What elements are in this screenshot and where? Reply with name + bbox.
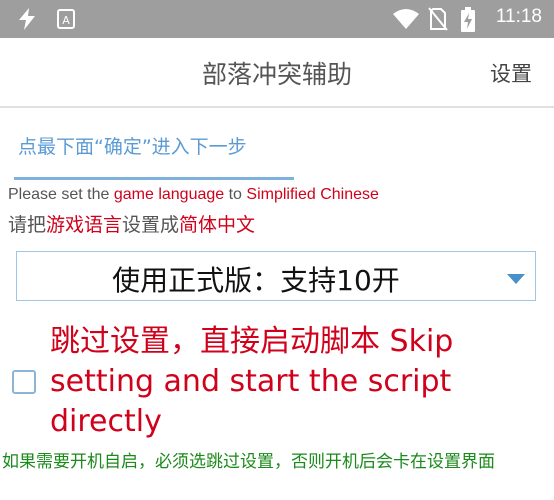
battery-charging-icon bbox=[461, 7, 475, 32]
instruction-highlight: 游戏语言 bbox=[46, 214, 123, 236]
instruction-text: to bbox=[224, 186, 247, 203]
instruction-chinese: 请把游戏语言设置成简体中文 bbox=[8, 210, 255, 237]
instruction-text: 请把 bbox=[8, 214, 47, 236]
settings-button[interactable]: 设置 bbox=[490, 58, 532, 88]
instruction-highlight: game language bbox=[113, 186, 225, 203]
skip-settings-checkbox[interactable] bbox=[12, 370, 36, 394]
svg-text:A: A bbox=[62, 14, 70, 27]
status-bar: A 11:18 bbox=[0, 0, 554, 38]
skip-settings-label[interactable]: 跳过设置，直接启动脚本 Skip setting and start the s… bbox=[50, 322, 540, 442]
chevron-down-icon bbox=[507, 274, 525, 284]
version-dropdown-value: 使用正式版：支持10开 bbox=[112, 264, 400, 297]
instruction-english: Please set the game language to Simplifi… bbox=[8, 186, 379, 204]
wifi-icon bbox=[393, 9, 419, 29]
status-time: 11:18 bbox=[495, 6, 542, 27]
instruction-highlight: 简体中文 bbox=[179, 214, 256, 236]
app-toolbar: 部落冲突辅助 设置 bbox=[0, 38, 554, 108]
instruction-text: 设置成 bbox=[122, 214, 180, 236]
no-sim-icon bbox=[428, 7, 448, 31]
tab-label: 点最下面“确定”进入下一步 bbox=[18, 136, 247, 158]
app-notification-icon: A bbox=[57, 9, 75, 29]
tab-next-step[interactable]: 点最下面“确定”进入下一步 bbox=[0, 120, 294, 180]
tab-indicator bbox=[14, 177, 294, 180]
page-title: 部落冲突辅助 bbox=[201, 60, 352, 89]
instruction-text: Please set the bbox=[8, 186, 114, 203]
version-dropdown[interactable]: 使用正式版：支持10开 bbox=[16, 251, 536, 301]
bolt-icon bbox=[19, 8, 35, 30]
instruction-highlight: Simplified Chinese bbox=[246, 186, 379, 203]
autostart-note: 如果需要开机自启，必须选跳过设置，否则开机后会卡在设置界面 bbox=[2, 452, 495, 472]
